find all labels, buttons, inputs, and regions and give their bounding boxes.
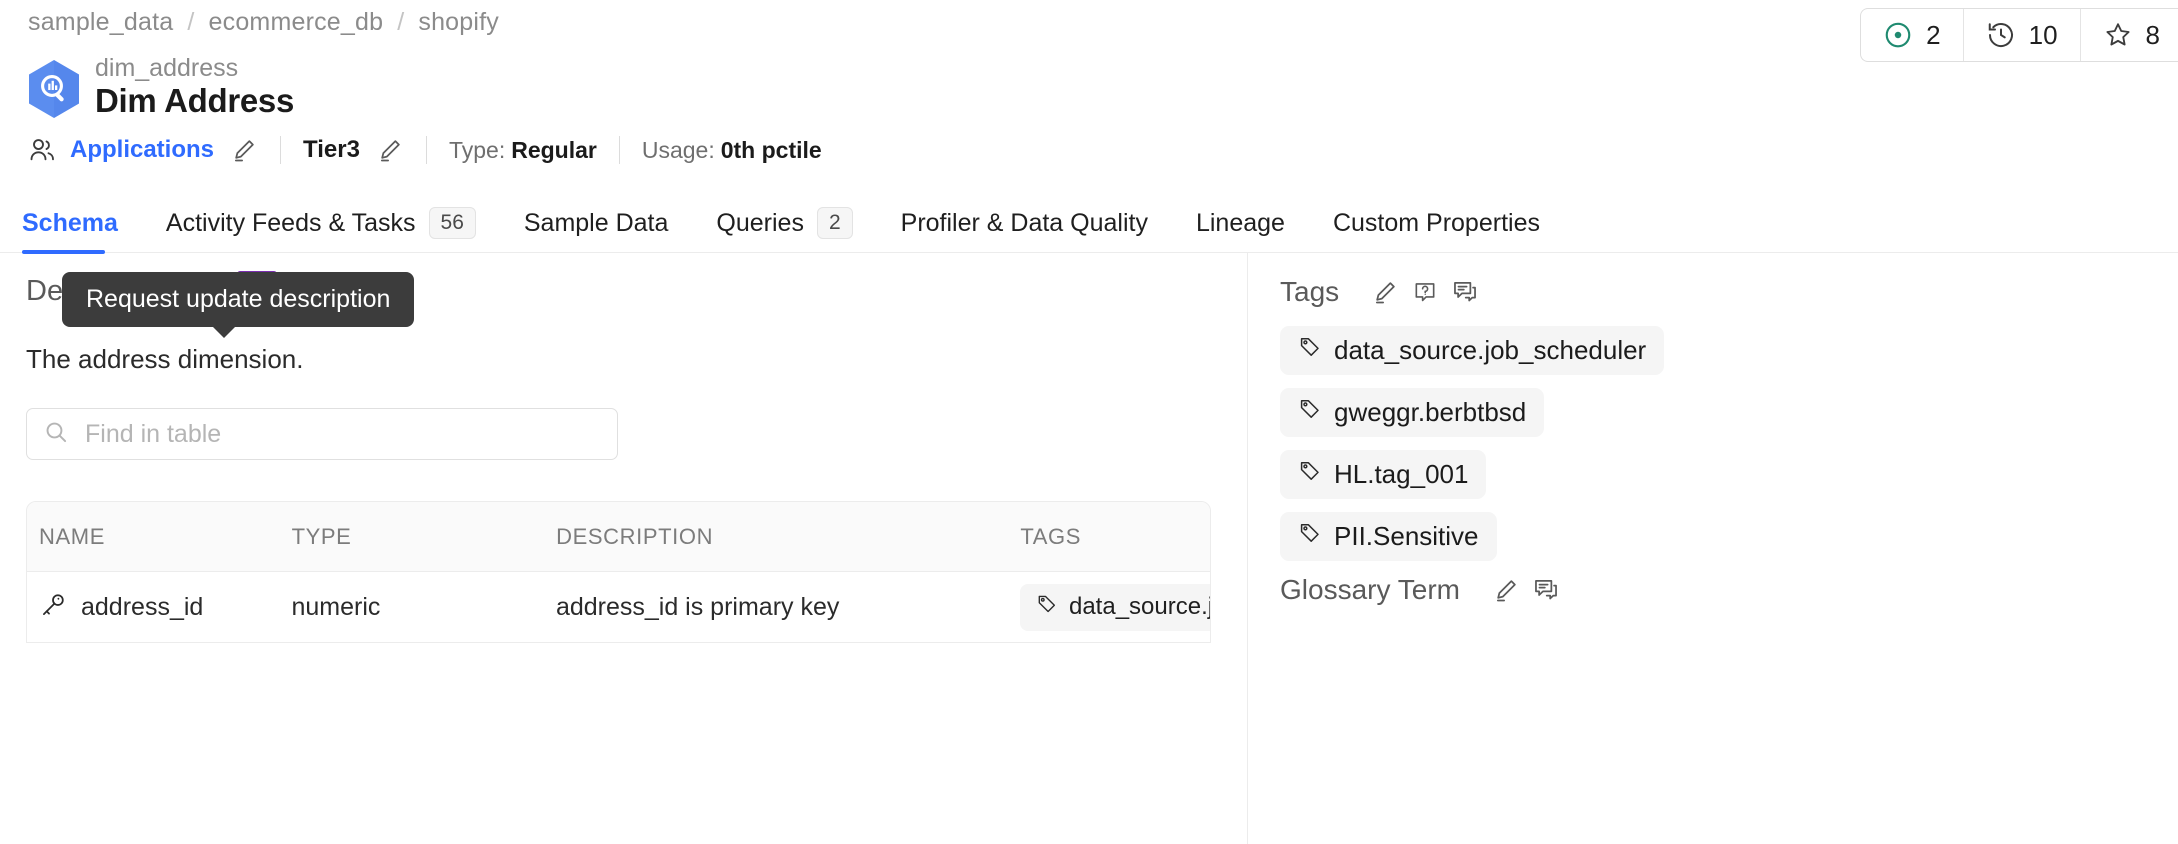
description-text: The address dimension. xyxy=(26,344,304,374)
tab-label: Activity Feeds & Tasks xyxy=(165,208,416,237)
tab-badge: 56 xyxy=(428,206,476,240)
tab-label: Lineage xyxy=(1195,208,1285,237)
row-tag-label: data_source.job xyxy=(1068,593,1210,620)
meta-divider xyxy=(425,136,427,164)
row-tag-chip[interactable]: data_source.job xyxy=(1019,583,1210,631)
tag-icon xyxy=(1298,335,1322,366)
tags-comment-icon[interactable] xyxy=(1445,272,1485,312)
bigquery-hexagon-icon xyxy=(26,58,82,120)
meta-divider xyxy=(618,136,620,164)
version-history-stat[interactable]: 10 xyxy=(1964,9,2081,61)
sidebar-tag-label: HL.tag_001 xyxy=(1334,459,1469,489)
tab-sample-data[interactable]: Sample Data xyxy=(500,193,693,253)
tab-label: Custom Properties xyxy=(1332,208,1540,237)
entity-meta-row: Applications Tier3 Type: Regular Usage: … xyxy=(26,131,822,169)
followers-stat[interactable]: 8 xyxy=(2081,9,2178,61)
sidebar-tag-label: data_source.job_scheduler xyxy=(1334,335,1647,365)
page-title: Dim Address xyxy=(95,82,295,119)
announcement-stat[interactable]: 2 xyxy=(1861,9,1964,61)
tab-lineage[interactable]: Lineage xyxy=(1172,193,1309,253)
glossary-comment-icon[interactable] xyxy=(1526,570,1566,610)
announcement-dot-icon xyxy=(1883,20,1913,50)
tag-icon xyxy=(1298,459,1322,490)
sidebar-tag[interactable]: data_source.job_scheduler xyxy=(1280,326,1665,375)
tab-label: Schema xyxy=(22,208,118,237)
entity-right-sidebar: Tags data_source.job_scheduler gweggr.be… xyxy=(1247,253,2178,844)
tab-custom-properties[interactable]: Custom Properties xyxy=(1309,193,1564,253)
tags-section-header: Tags xyxy=(1280,268,2148,316)
tags-request-question-bubble-icon[interactable] xyxy=(1405,272,1445,312)
sidebar-tag-label: PII.Sensitive xyxy=(1334,521,1479,551)
tab-schema[interactable]: Schema xyxy=(22,193,142,253)
tier-value: Tier3 xyxy=(303,136,360,163)
entity-fqn-subtitle: dim_address xyxy=(95,54,239,82)
glossary-section-header: Glossary Term xyxy=(1280,566,1566,614)
breadcrumb-item-2[interactable]: shopify xyxy=(418,8,499,37)
key-icon xyxy=(39,591,67,624)
type-value: Regular xyxy=(511,136,597,163)
sidebar-tag[interactable]: gweggr.berbtbsd xyxy=(1280,388,1545,437)
table-details-page: sample_data / ecommerce_db / shopify 2 1… xyxy=(0,0,2178,844)
glossary-edit-pencil-icon[interactable] xyxy=(1486,570,1526,610)
announcement-count: 2 xyxy=(1926,19,1941,50)
cell-tags: data_source.job xyxy=(1019,583,1210,631)
find-in-table-search[interactable] xyxy=(26,408,618,460)
tab-profiler-data-quality[interactable]: Profiler & Data Quality xyxy=(877,193,1172,253)
type-label: Type: xyxy=(448,136,506,163)
tab-label: Sample Data xyxy=(523,208,669,237)
search-icon xyxy=(43,419,69,450)
cell-name: address_id xyxy=(27,591,291,624)
entity-tabs: Schema Activity Feeds & Tasks 56 Sample … xyxy=(22,193,1564,253)
sidebar-tag-label: gweggr.berbtbsd xyxy=(1334,397,1527,427)
table-row[interactable]: address_id numeric address_id is primary… xyxy=(27,572,1210,642)
tag-icon xyxy=(1298,397,1322,428)
tags-edit-pencil-icon[interactable] xyxy=(1365,272,1405,312)
breadcrumb: sample_data / ecommerce_db / shopify xyxy=(28,8,499,37)
cell-type: numeric xyxy=(291,592,381,621)
version-count: 10 xyxy=(2028,19,2058,50)
sidebar-tag[interactable]: HL.tag_001 xyxy=(1280,450,1487,499)
entity-stats: 2 10 8 xyxy=(1860,8,2178,62)
tab-queries[interactable]: Queries 2 xyxy=(692,193,876,253)
table-header-row: NAME TYPE DESCRIPTION TAGS xyxy=(27,502,1210,572)
column-name-value: address_id xyxy=(81,592,204,621)
tags-list: data_source.job_scheduler gweggr.berbtbs… xyxy=(1280,326,2148,561)
tags-heading: Tags xyxy=(1280,276,1340,307)
search-input[interactable] xyxy=(83,418,601,450)
meta-divider xyxy=(280,136,282,164)
breadcrumb-separator: / xyxy=(187,8,195,36)
usage-value: 0th pctile xyxy=(720,136,822,163)
cell-description: address_id is primary key xyxy=(555,592,840,621)
breadcrumb-item-0[interactable]: sample_data xyxy=(28,8,173,37)
active-tab-indicator xyxy=(22,250,105,254)
tab-badge: 2 xyxy=(816,206,853,240)
users-icon xyxy=(26,135,56,165)
tag-icon xyxy=(1036,593,1058,622)
column-header-description[interactable]: DESCRIPTION xyxy=(556,524,1020,550)
usage-label: Usage: xyxy=(641,136,715,163)
column-header-name[interactable]: NAME xyxy=(27,524,292,550)
owner-link[interactable]: Applications xyxy=(70,136,214,164)
history-clock-icon xyxy=(1986,20,2016,50)
request-description-tooltip: Request update description xyxy=(62,272,415,338)
tag-icon xyxy=(1298,521,1322,552)
sidebar-tag[interactable]: PII.Sensitive xyxy=(1280,512,1497,561)
schema-table: NAME TYPE DESCRIPTION TAGS address_id nu… xyxy=(26,501,1211,643)
tab-activity-feeds-tasks[interactable]: Activity Feeds & Tasks 56 xyxy=(142,193,500,253)
breadcrumb-item-1[interactable]: ecommerce_db xyxy=(209,8,384,37)
tab-label: Queries xyxy=(716,208,804,237)
followers-count: 8 xyxy=(2145,19,2160,50)
breadcrumb-separator: / xyxy=(397,8,405,36)
column-header-tags[interactable]: TAGS xyxy=(1020,524,1210,550)
star-outline-icon xyxy=(2103,20,2133,50)
tier-edit-pencil-icon[interactable] xyxy=(376,136,404,164)
owner-edit-pencil-icon[interactable] xyxy=(230,136,258,164)
glossary-heading: Glossary Term xyxy=(1280,574,1460,605)
tab-label: Profiler & Data Quality xyxy=(900,208,1148,237)
column-header-type[interactable]: TYPE xyxy=(292,524,557,550)
